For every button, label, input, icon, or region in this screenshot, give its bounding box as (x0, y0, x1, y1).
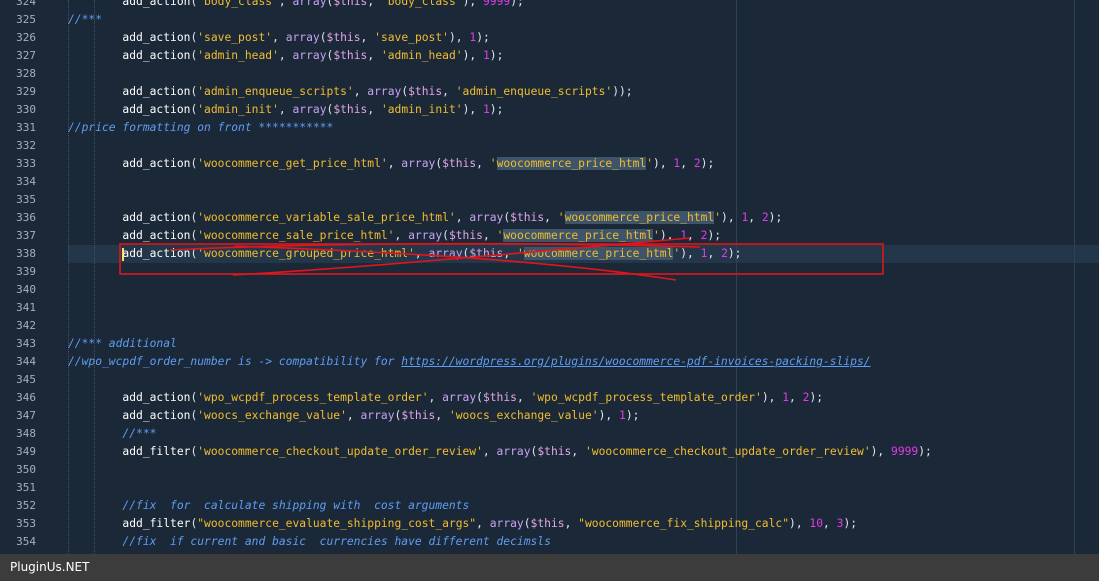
annotation-strike (234, 245, 677, 281)
watermark-bar: PluginUs.NET (0, 554, 1099, 581)
red-annotation-overlay (119, 237, 884, 281)
code-editor[interactable]: 324 325 326 327 328 329 330 331 332 333 334 335 336 3… (0, 0, 1099, 554)
watermark-label: PluginUs.NET (10, 560, 90, 574)
annotation-box (119, 243, 884, 275)
